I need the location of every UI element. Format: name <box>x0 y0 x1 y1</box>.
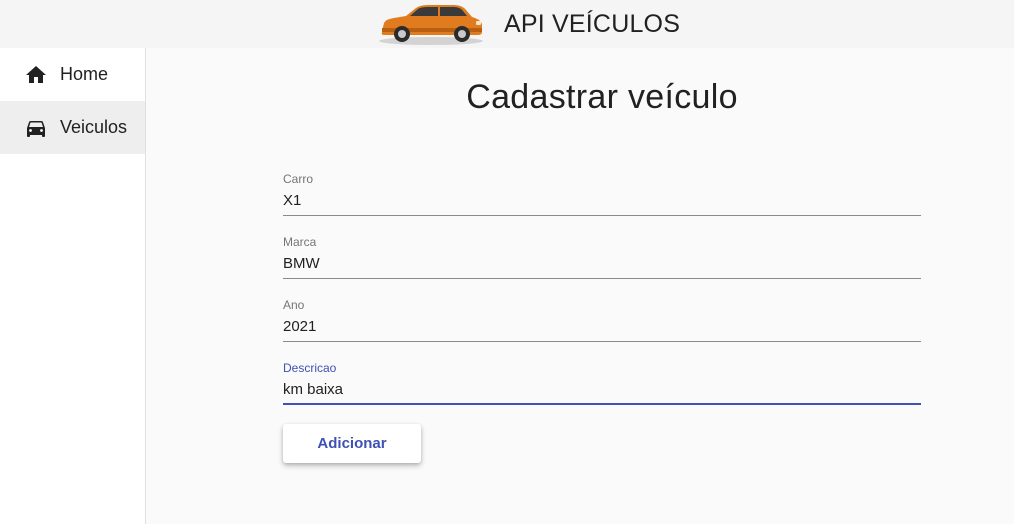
page-title: Cadastrar veículo <box>466 78 738 116</box>
app-header: API VEÍCULOS <box>0 0 1014 48</box>
field-label: Ano <box>283 298 305 312</box>
sidebar-item-label: Veiculos <box>60 117 128 137</box>
app-title: API VEÍCULOS <box>504 9 681 38</box>
sidebar: Home Veiculos <box>0 48 146 524</box>
carro-input[interactable] <box>283 192 921 216</box>
marca-field: Marca <box>283 235 921 279</box>
ano-input[interactable] <box>283 318 921 342</box>
marca-input[interactable] <box>283 255 921 279</box>
descricao-field: Descricao <box>283 361 921 405</box>
field-label: Carro <box>283 172 314 186</box>
sidebar-item-veiculos[interactable]: Veiculos <box>0 101 145 154</box>
sidebar-item-home[interactable]: Home <box>0 48 145 101</box>
descricao-input[interactable] <box>283 381 921 405</box>
car-icon <box>27 120 45 137</box>
sidebar-item-label: Home <box>60 64 109 84</box>
carro-field: Carro <box>283 172 921 216</box>
home-icon <box>26 65 46 83</box>
orange-suv-car-icon <box>379 5 483 45</box>
field-label: Marca <box>283 235 317 249</box>
ano-field: Ano <box>283 298 921 342</box>
brand: API VEÍCULOS <box>376 0 680 48</box>
adicionar-button[interactable]: Adicionar <box>283 424 421 463</box>
field-label: Descricao <box>283 361 337 375</box>
main-content: Cadastrar veículo Carro Marca Ano Descri… <box>147 48 1014 524</box>
